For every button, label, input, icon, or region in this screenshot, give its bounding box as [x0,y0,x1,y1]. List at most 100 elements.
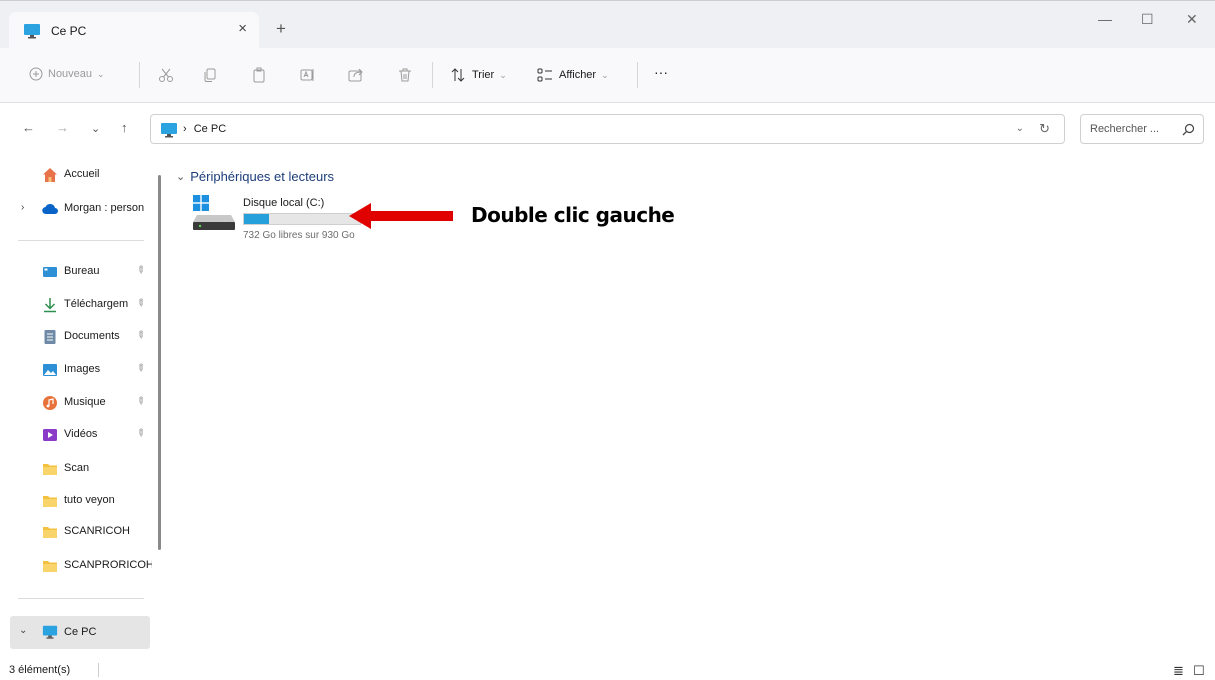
music-icon [43,396,57,410]
home-icon [43,168,57,182]
tab-title: Ce PC [51,23,87,38]
divider [139,62,140,88]
navigation-pane: Accueil › Morgan : person Bureau ✎ Téléc… [0,153,165,660]
chevron-down-icon[interactable]: ⌄ [176,170,185,183]
chevron-right-icon[interactable]: › [21,202,24,213]
pin-icon[interactable]: ✎ [133,395,147,409]
sidebar-item-videos[interactable]: Vidéos ✎ [0,423,152,447]
sidebar-item-onedrive[interactable]: › Morgan : person [0,197,152,221]
share-button[interactable] [348,67,364,83]
cut-button[interactable] [158,67,174,83]
sidebar-item-label: Musique [64,396,106,408]
pin-icon[interactable]: ✎ [133,427,147,441]
paste-button[interactable] [251,67,267,83]
sidebar-item-scan[interactable]: Scan [0,457,152,481]
back-arrow-icon[interactable]: ← [22,120,35,135]
address-bar[interactable]: › Ce PC ⌄ ↻ [150,114,1065,144]
delete-button[interactable] [397,67,413,83]
search-placeholder: Rechercher ... [1090,123,1160,135]
new-tab-button[interactable]: + [276,19,286,39]
sidebar-item-label: SCANRICOH [64,525,131,537]
onedrive-cloud-icon [42,203,58,215]
cut-icon [159,68,173,82]
sidebar-item-label: Scan [64,462,90,474]
forward-arrow-icon[interactable]: → [56,120,69,135]
refresh-icon[interactable]: ↻ [1039,121,1050,137]
computer-icon [42,625,58,639]
maximize-button[interactable]: ☐ [1141,11,1154,28]
delete-icon [399,68,411,82]
details-view-icon[interactable]: ≣ [1173,663,1184,679]
paste-icon [253,67,265,83]
search-input[interactable]: Rechercher ... [1080,114,1204,144]
pin-icon[interactable]: ✎ [133,264,147,278]
breadcrumb-item[interactable]: Ce PC [194,123,226,135]
breadcrumb-separator: › [183,123,187,135]
sidebar-item-images[interactable]: Images ✎ [0,358,152,382]
copy-icon [204,68,216,82]
up-arrow-icon[interactable]: ↑ [121,120,128,135]
sidebar-item-tuto-veyon[interactable]: tuto veyon [0,489,152,513]
drive-c-tile[interactable]: Disque local (C:) 732 Go libres sur 930 … [190,193,365,253]
close-tab-icon[interactable]: × [238,20,247,37]
windows-logo-icon [193,195,209,211]
divider [98,663,99,677]
divider [18,598,144,599]
sidebar-item-musique[interactable]: Musique ✎ [0,391,152,415]
more-options-button[interactable]: ··· [654,64,668,80]
sidebar-item-accueil[interactable]: Accueil [0,163,152,187]
sidebar-item-documents[interactable]: Documents ✎ [0,325,152,349]
chevron-down-icon: ⌄ [97,68,105,79]
sidebar-item-label: Images [64,363,101,375]
folder-icon [43,561,57,572]
address-dropdown-icon[interactable]: ⌄ [1016,123,1024,134]
sort-button[interactable]: Trier ⌄ [450,67,507,83]
sidebar-item-bureau[interactable]: Bureau ✎ [0,260,152,284]
item-count: 3 élément(s) [9,664,71,676]
chevron-down-icon: ⌄ [499,69,507,80]
sidebar-item-label: Ce PC [64,626,97,638]
folder-icon [43,527,57,538]
address-row: ← → ⌄ ↑ › Ce PC ⌄ ↻ Rechercher ... [0,103,1215,153]
recent-locations-chevron-icon[interactable]: ⌄ [91,122,100,135]
sidebar-item-scanricoh[interactable]: SCANRICOH [0,520,152,544]
rename-icon [300,69,314,81]
documents-icon [44,330,56,344]
sidebar-item-scanproricoh[interactable]: SCANPRORICOH [0,554,152,578]
sidebar-scrollbar[interactable] [158,175,161,550]
close-window-button[interactable]: ✕ [1186,11,1198,28]
download-icon [44,298,56,313]
computer-icon [24,23,40,38]
group-header-devices[interactable]: ⌄ Périphériques et lecteurs [176,169,334,184]
view-button[interactable]: Afficher ⌄ [537,67,609,83]
breadcrumb[interactable]: › Ce PC [183,123,226,135]
command-bar: Nouveau ⌄ Trier ⌄ Afficher ⌄ ··· [0,48,1215,103]
sidebar-item-label: Accueil [64,168,100,180]
sidebar-item-label: tuto veyon [64,494,115,506]
red-arrow-annotation [349,203,453,229]
chevron-down-icon[interactable]: ⌄ [19,625,27,636]
pin-icon[interactable]: ✎ [133,329,147,343]
sort-icon [451,68,465,82]
pin-icon[interactable]: ✎ [133,297,147,311]
tab-ce-pc[interactable]: Ce PC × [9,12,259,49]
view-label: Afficher [559,69,597,81]
minimize-button[interactable]: — [1098,11,1112,27]
desktop-icon [43,267,57,277]
view-icon [537,68,552,82]
rename-button[interactable] [300,67,316,83]
sidebar-item-label: Téléchargem [64,298,129,310]
pin-icon[interactable]: ✎ [133,362,147,376]
drive-usage-fill [244,214,269,224]
folder-icon [43,496,57,507]
sidebar-item-telechargements[interactable]: Téléchargem ✎ [0,293,152,317]
sidebar-item-label: Bureau [64,265,100,277]
sort-label: Trier [472,69,495,81]
chevron-down-icon: ⌄ [601,69,609,80]
folder-icon [43,464,57,475]
copy-button[interactable] [202,67,218,83]
drive-name: Disque local (C:) [243,197,325,209]
new-button[interactable]: Nouveau ⌄ [29,67,105,81]
tiles-view-icon[interactable]: ☐ [1193,663,1205,679]
sidebar-item-ce-pc[interactable]: ⌄ Ce PC [10,616,150,649]
